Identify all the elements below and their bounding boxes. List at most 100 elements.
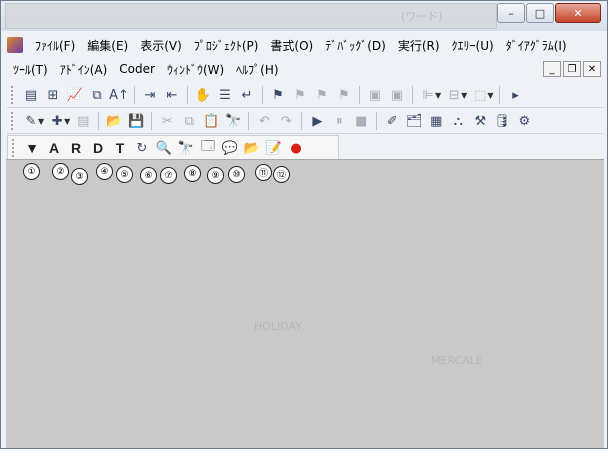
ghost-text: HOLIDAY <box>254 320 302 333</box>
menu-window[interactable]: ｳｨﾝﾄﾞｳ(W) <box>161 61 230 78</box>
cut-icon[interactable]: ✂ <box>156 111 178 131</box>
list-icon[interactable]: ☰ <box>214 85 236 105</box>
d-button[interactable]: D <box>87 138 109 158</box>
comment-icon[interactable]: 💬 <box>219 138 241 158</box>
save-icon[interactable]: 💾 <box>125 111 147 131</box>
next-bookmark-icon[interactable]: ⚑ <box>289 85 311 105</box>
menu-query[interactable]: ｸｴﾘｰ(U) <box>446 37 500 54</box>
menu-diagram[interactable]: ﾀﾞｲｱｸﾞﾗﾑ(I) <box>500 37 573 54</box>
outdent-icon[interactable]: ⇤ <box>161 85 183 105</box>
dropdown-arrow-icon[interactable]: ▼ <box>38 117 44 126</box>
toolbar-more-icon[interactable]: ▸ <box>504 85 526 105</box>
dropdown-arrow-icon[interactable]: ▼ <box>435 91 441 100</box>
redo-icon[interactable]: ↷ <box>275 111 297 131</box>
menu-help[interactable]: ﾍﾙﾌﾟ(H) <box>230 61 284 78</box>
prev-bookmark-icon[interactable]: ⚑ <box>311 85 333 105</box>
app-icon[interactable] <box>7 37 23 53</box>
close-button[interactable]: ✕ <box>555 3 601 23</box>
ghost-text: MERCALE <box>431 354 483 367</box>
send-back-icon[interactable]: ▣ <box>386 85 408 105</box>
menu-file[interactable]: ﾌｧｲﾙ(F) <box>29 37 81 54</box>
separator <box>359 86 360 104</box>
separator <box>301 112 303 130</box>
separator <box>187 86 188 104</box>
wrap-icon[interactable]: ↵ <box>236 85 258 105</box>
title-bar: (ワード) – □ ✕ <box>1 1 607 31</box>
menu-debug[interactable]: ﾃﾞﾊﾞｯｸﾞ(D) <box>319 37 392 54</box>
dropdown-arrow-icon[interactable]: ▼ <box>487 91 493 100</box>
open-folder-icon[interactable]: 📂 <box>103 111 125 131</box>
copy-object-icon[interactable]: ⧉ <box>86 85 108 105</box>
view-code-icon[interactable]: ▤ <box>20 85 42 105</box>
toolbar-standard: ▤ ⊞ 📈 ⧉ A↑ ⇥ ⇤ ✋ ☰ ↵ ⚑ ⚑ ⚑ ⚑ ▣ ▣ ⊫ ▼ ⊟ ▼ ⬚… <box>7 83 603 108</box>
edit-doc-icon[interactable]: 📝 <box>263 138 285 158</box>
menu-coder[interactable]: Coder <box>113 62 161 76</box>
indent-icon[interactable]: ⇥ <box>139 85 161 105</box>
clear-bookmark-icon[interactable]: ⚑ <box>333 85 355 105</box>
separator <box>376 112 378 130</box>
run-icon[interactable]: ▶ <box>306 111 328 131</box>
light-bulb-icon[interactable]: ● <box>285 138 307 158</box>
page-icon[interactable]: ▤ <box>72 111 94 131</box>
pause-icon[interactable]: ⏸ <box>328 111 350 131</box>
windows-icon[interactable]: 🗔 <box>197 138 219 158</box>
callout-7: ⑦ <box>160 167 177 184</box>
content-area[interactable]: HOLIDAY MERCALE <box>6 159 604 448</box>
callout-9: ⑨ <box>207 167 224 184</box>
callout-2: ② <box>52 163 69 180</box>
binoculars-icon[interactable]: 🔭 <box>175 138 197 158</box>
mdi-minimize-button[interactable]: _ <box>543 61 561 77</box>
database-icon[interactable]: 🛢 <box>491 111 513 131</box>
filter-icon[interactable]: ▼ <box>21 138 43 158</box>
data-view-icon[interactable]: ⚙ <box>513 111 535 131</box>
insert-icon[interactable]: ⊞ <box>42 85 64 105</box>
toolbar-grip[interactable] <box>11 86 16 104</box>
a-button[interactable]: A <box>43 138 65 158</box>
menu-addins[interactable]: ｱﾄﾞｲﾝ(A) <box>54 61 114 78</box>
separator <box>262 86 263 104</box>
mdi-restore-button[interactable]: ❐ <box>563 61 581 77</box>
menu-project[interactable]: ﾌﾟﾛｼﾞｪｸﾄ(P) <box>188 37 265 54</box>
toolbox-icon[interactable]: ⚒ <box>469 111 491 131</box>
separator <box>248 112 250 130</box>
callout-labels: ① ② ③ ④ ⑤ ⑥ ⑦ ⑧ ⑨ ⑩ ⑪ ⑫ <box>7 161 337 185</box>
find-icon[interactable]: 🔭 <box>222 111 244 131</box>
dropdown-arrow-icon[interactable]: ▼ <box>461 91 467 100</box>
t-button[interactable]: T <box>109 138 131 158</box>
object-browser-icon[interactable]: ⛬ <box>447 111 469 131</box>
callout-1: ① <box>23 163 40 180</box>
callout-10: ⑩ <box>228 166 245 183</box>
mdi-buttons: _ ❐ ✕ <box>541 61 601 77</box>
r-button[interactable]: R <box>65 138 87 158</box>
bookmark-icon[interactable]: ⚑ <box>267 85 289 105</box>
stop-icon[interactable]: ■ <box>350 111 372 131</box>
chart-icon[interactable]: 📈 <box>64 85 86 105</box>
menu-edit[interactable]: 編集(E) <box>81 37 134 54</box>
design-mode-icon[interactable]: ✐ <box>381 111 403 131</box>
folder-open-icon[interactable]: 📂 <box>241 138 263 158</box>
bring-front-icon[interactable]: ▣ <box>364 85 386 105</box>
copy-icon[interactable]: ⧉ <box>178 111 200 131</box>
menu-run[interactable]: 実行(R) <box>392 37 446 54</box>
toolbar-query: ▼ A R D T ↻ 🔍 🔭 🗔 💬 📂 📝 ● <box>7 135 339 161</box>
menu-view[interactable]: 表示(V) <box>134 37 188 54</box>
dropdown-arrow-icon[interactable]: ▼ <box>64 117 70 126</box>
toolbar-grip[interactable] <box>12 139 17 157</box>
toolbar-grip[interactable] <box>11 112 16 130</box>
maximize-button[interactable]: □ <box>526 3 554 23</box>
search-list-icon[interactable]: 🔍 <box>153 138 175 158</box>
paste-icon[interactable]: 📋 <box>200 111 222 131</box>
hand-icon[interactable]: ✋ <box>192 85 214 105</box>
refresh-icon[interactable]: ↻ <box>131 138 153 158</box>
callout-5: ⑤ <box>116 166 133 183</box>
menu-bar: ﾌｧｲﾙ(F) 編集(E) 表示(V) ﾌﾟﾛｼﾞｪｸﾄ(P) 書式(O) ﾃﾞ… <box>7 34 603 56</box>
menu-tools[interactable]: ﾂｰﾙ(T) <box>7 61 54 78</box>
menu-format[interactable]: 書式(O) <box>264 37 319 54</box>
minimize-button[interactable]: – <box>497 3 525 23</box>
font-size-icon[interactable]: A↑ <box>108 85 130 105</box>
undo-icon[interactable]: ↶ <box>253 111 275 131</box>
properties-icon[interactable]: ▦ <box>425 111 447 131</box>
callout-4: ④ <box>96 163 113 180</box>
project-explorer-icon[interactable]: 🗂 <box>403 111 425 131</box>
mdi-close-button[interactable]: ✕ <box>583 61 601 77</box>
